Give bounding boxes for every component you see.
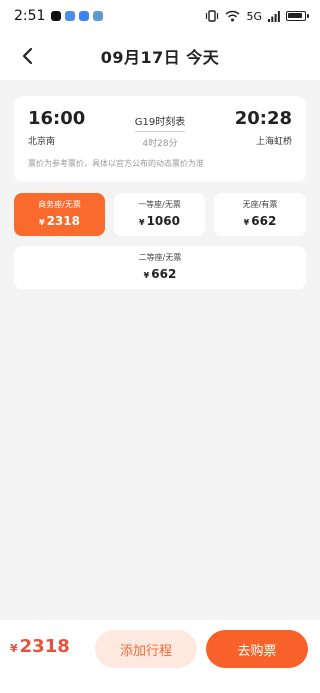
add-itinerary-button[interactable]: 添加行程	[95, 630, 197, 668]
seat-price-value: 662	[151, 267, 177, 281]
currency-symbol: ¥	[10, 642, 18, 655]
page-title: 09月17日 今天	[100, 48, 220, 67]
wifi-icon	[226, 10, 240, 22]
vibrate-icon	[206, 10, 219, 22]
departure-station: 北京南	[28, 137, 56, 147]
seat-option-business[interactable]: 商务座/无票 ¥2318	[14, 193, 105, 236]
arrival-time: 20:28	[234, 108, 292, 129]
train-middle: G19时刻表 4时28分	[110, 110, 210, 149]
tiktok-icon	[51, 11, 62, 21]
seat-price-value: 662	[251, 214, 277, 228]
buy-ticket-button[interactable]: 去购票	[206, 630, 308, 668]
app-icon-2	[93, 11, 104, 21]
status-right: 5G	[205, 9, 309, 23]
back-button[interactable]	[18, 46, 36, 66]
cloud-icon	[79, 11, 90, 21]
train-info-card: 16:00 北京南 G19时刻表 4时28分 20:28 上海虹桥 票价为参考票…	[14, 96, 306, 182]
app-icon	[65, 11, 76, 21]
price-note: 票价为参考票价，具体以官方公布的动态票价为准	[28, 159, 204, 168]
seat-price-value: 2318	[46, 214, 80, 228]
train-schedule-link[interactable]: G19时刻表	[134, 113, 186, 132]
bottom-action-bar: ¥2318 添加行程 去购票	[0, 620, 320, 693]
total-price-value: 2318	[19, 636, 70, 657]
seat-label: 一等座/无票	[138, 200, 181, 209]
battery-icon	[286, 11, 309, 21]
header: 09月17日 今天	[0, 32, 320, 80]
seat-label: 二等座/无票	[138, 253, 182, 262]
signal-icon	[268, 10, 280, 22]
trip-duration: 4时28分	[142, 139, 178, 149]
seat-option-first-class[interactable]: 一等座/无票 ¥1060	[114, 193, 205, 236]
seat-price: ¥662	[214, 214, 306, 228]
currency-symbol: ¥	[139, 218, 145, 227]
currency-symbol: ¥	[243, 218, 250, 227]
seat-label: 商务座/无票	[38, 200, 81, 209]
arrival-station: 上海虹桥	[255, 137, 292, 147]
seat-price: ¥2318	[14, 214, 105, 228]
seat-price-value: 1060	[146, 214, 180, 228]
currency-symbol: ¥	[39, 218, 45, 227]
total-price: ¥2318	[10, 636, 70, 657]
seat-option-second-class[interactable]: 二等座/无票 ¥662	[14, 246, 306, 289]
currency-symbol: ¥	[143, 271, 150, 280]
status-app-icons	[51, 11, 104, 21]
seat-price: ¥662	[14, 267, 306, 281]
seat-price: ¥1060	[114, 214, 205, 228]
network-label: 5G	[246, 9, 262, 23]
departure-time: 16:00	[28, 108, 86, 129]
seat-label: 无座/有票	[242, 200, 278, 209]
status-bar: 2:51 5G	[0, 0, 320, 32]
chevron-left-icon	[22, 47, 33, 65]
status-time: 2:51	[14, 8, 46, 24]
seat-option-standing[interactable]: 无座/有票 ¥662	[214, 193, 306, 236]
